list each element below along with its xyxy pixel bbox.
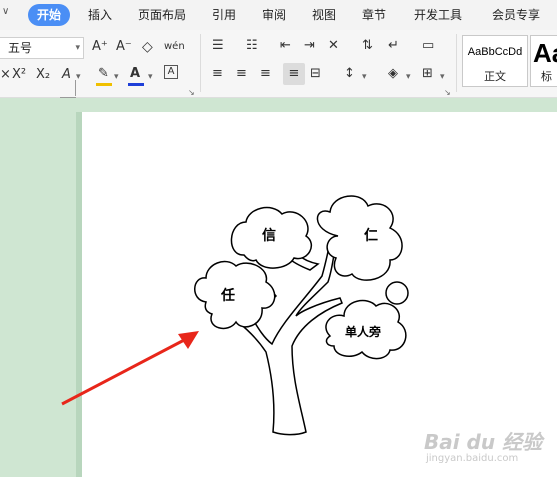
tree-drawing[interactable]: 信 仁 任 单人旁 [0,0,557,477]
baidu-watermark-logo: Bai du 经验 [424,430,543,454]
label-ren-left: 任 [220,287,235,304]
red-arrow-annotation [61,331,199,406]
label-xin: 信 [262,227,276,244]
small-circle-shape [385,281,409,305]
label-ren-right: 仁 [364,227,378,244]
baidu-watermark-url: jingyan.baidu.com [426,453,519,464]
label-danrenpang: 单人旁 [345,324,381,339]
